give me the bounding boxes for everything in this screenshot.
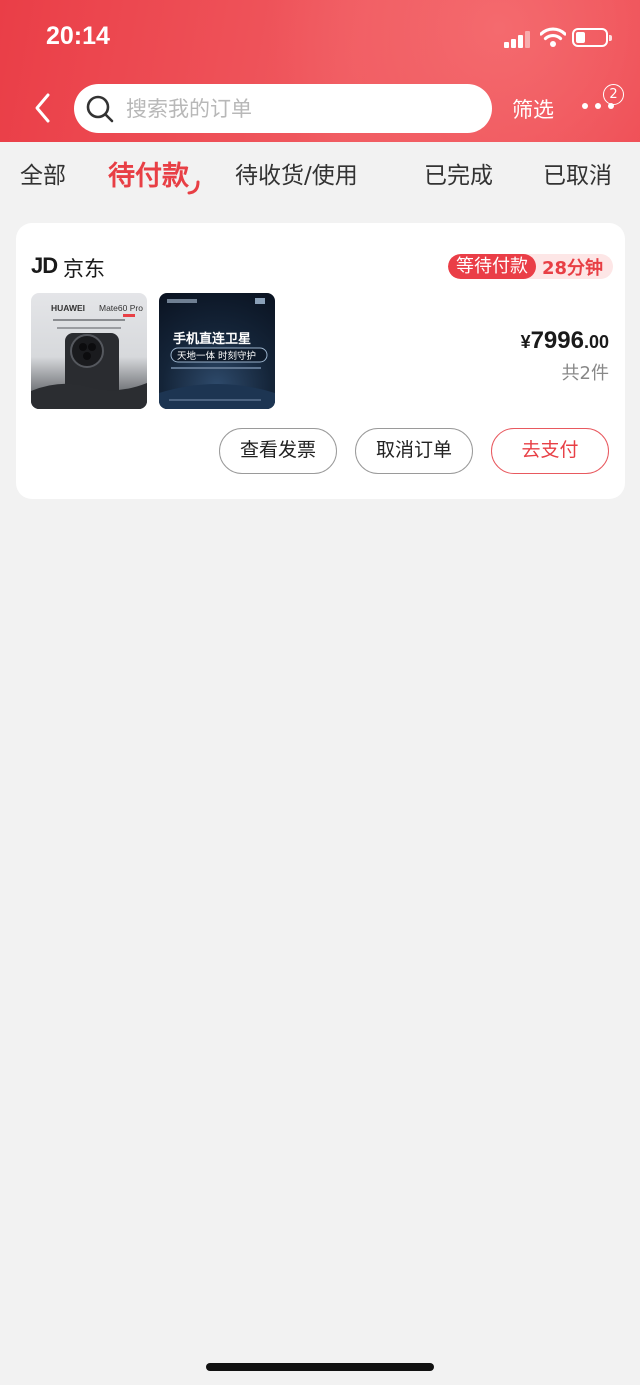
price-currency: ¥ (520, 332, 531, 352)
price-integer: 7996 (530, 327, 584, 354)
product-model: Mate60 Pro (99, 303, 143, 313)
cancel-order-button[interactable]: 取消订单 (355, 428, 473, 474)
jd-logo: JD (31, 253, 58, 278)
tab-pending-receipt[interactable]: 待收货/使用 (235, 156, 358, 190)
back-arrow-icon[interactable] (32, 92, 54, 124)
battery-icon (572, 28, 612, 47)
payment-countdown: 28分钟 (542, 257, 604, 279)
shop-name[interactable]: 京东 (63, 253, 105, 283)
tab-all[interactable]: 全部 (20, 156, 66, 190)
product-image-satellite[interactable]: 手机直连卫星 天地一体 时刻守护 (159, 293, 275, 409)
satellite-title: 手机直连卫星 (173, 331, 251, 347)
search-input[interactable] (126, 84, 476, 133)
notification-badge: 2 (603, 84, 624, 105)
pay-button[interactable]: 去支付 (491, 428, 609, 474)
cellular-signal-icon (504, 31, 530, 48)
order-status: 等待付款 (448, 254, 536, 279)
order-status-pill: 等待付款 28分钟 (448, 254, 614, 279)
order-price: ¥7996.00 (521, 327, 609, 355)
search-icon (86, 95, 114, 123)
filter-button[interactable]: 筛选 (512, 94, 554, 124)
product-image-phone[interactable]: HUAWEI Mate60 Pro (31, 293, 147, 409)
order-card[interactable]: JD 京东 等待付款 28分钟 HUAWEI Mate60 Pro 手机直连卫星… (16, 223, 625, 499)
satellite-subtitle: 天地一体 时刻守护 (177, 350, 256, 362)
tab-pending-payment[interactable]: 待付款 (108, 154, 189, 193)
active-tab-indicator (187, 180, 200, 195)
view-invoice-button[interactable]: 查看发票 (219, 428, 337, 474)
search-box[interactable] (74, 84, 492, 133)
order-tabs: 全部 待付款 待收货/使用 已完成 已取消 (0, 142, 640, 204)
wifi-icon (540, 27, 566, 47)
home-indicator[interactable] (206, 1363, 434, 1371)
tab-completed[interactable]: 已完成 (424, 156, 493, 190)
header-bar: 20:14 筛选 2 (0, 0, 640, 142)
tab-cancelled[interactable]: 已取消 (543, 156, 612, 190)
status-time: 20:14 (46, 22, 110, 50)
price-decimal: .00 (583, 332, 609, 352)
product-brand: HUAWEI (51, 303, 85, 313)
item-count: 共2件 (561, 363, 609, 384)
